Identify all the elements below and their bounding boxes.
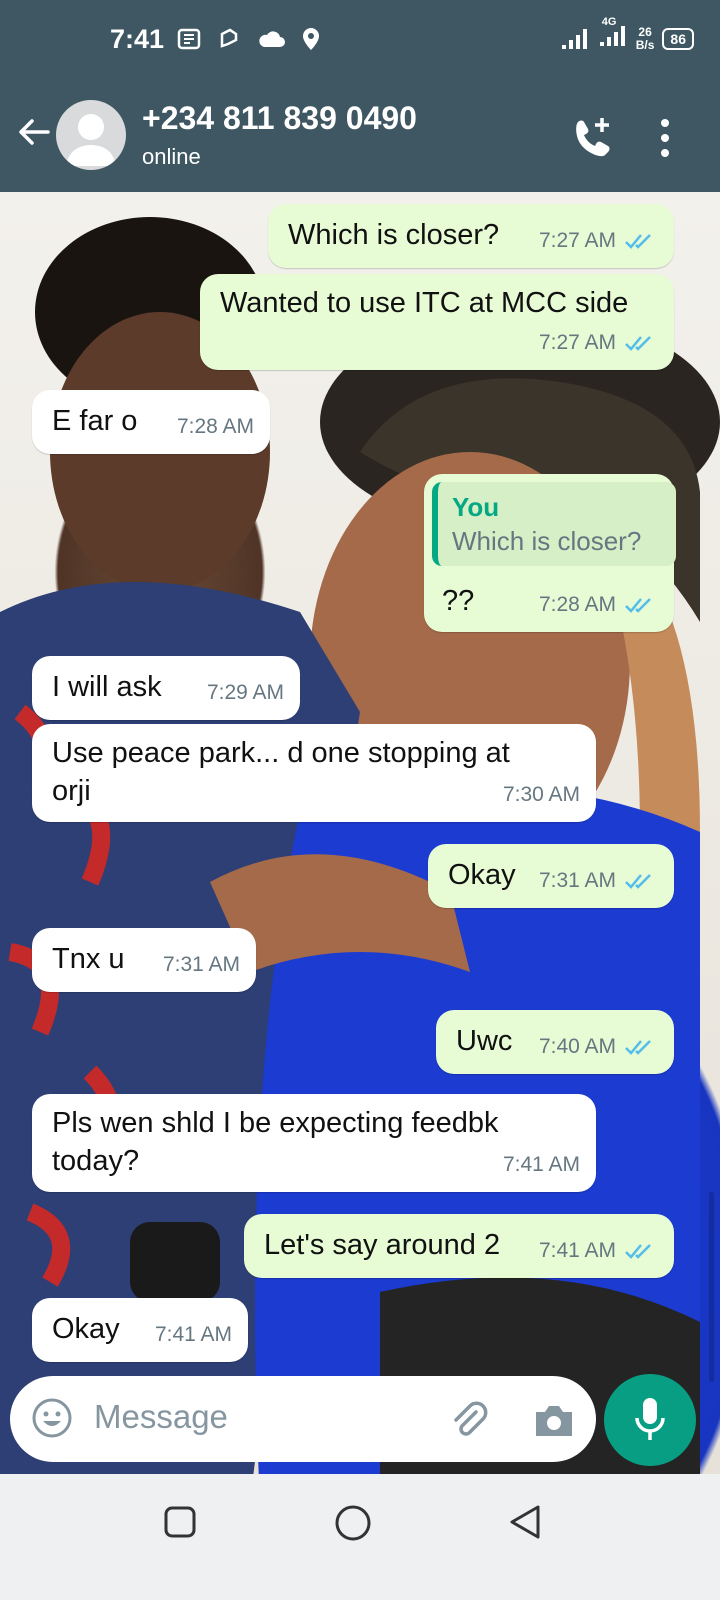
cloud-icon xyxy=(259,31,285,47)
double-check-read-icon xyxy=(625,598,651,613)
message-meta: 7:27 AM xyxy=(539,222,658,260)
system-navigation-bar xyxy=(0,1474,720,1600)
message-text: Uwc xyxy=(456,1025,513,1057)
double-check-read-icon xyxy=(625,874,651,889)
message-time: 7:30 AM xyxy=(502,783,580,806)
message-time: 7:28 AM xyxy=(176,415,254,438)
message-time: 7:29 AM xyxy=(206,681,284,704)
message-meta: 7:31 AM xyxy=(539,862,658,900)
app-notification-icon xyxy=(220,28,238,48)
message-time: 7:41 AM xyxy=(154,1323,232,1346)
message-text: E far o xyxy=(52,405,138,437)
contact-status: online xyxy=(142,144,201,169)
message-text: Let's say around 2 xyxy=(264,1229,501,1261)
message-text: Okay xyxy=(448,859,516,891)
message-text: Use peace park... d one stopping at orji xyxy=(52,737,510,807)
message-time: 7:41 AM xyxy=(538,1239,616,1262)
network-type: 4G xyxy=(601,16,617,28)
message-bubble-outgoing[interactable]: Which is closer? 7:27 AM xyxy=(268,204,674,268)
message-text: Which is closer? xyxy=(288,219,500,251)
add-call-icon[interactable] xyxy=(568,114,616,162)
status-time: 7:41 xyxy=(110,24,165,54)
attach-icon[interactable] xyxy=(446,1398,490,1442)
system-status: 4G 26 B/s 86 xyxy=(560,16,694,53)
nav-back-icon[interactable] xyxy=(508,1504,542,1540)
message-meta: 7:31 AM xyxy=(163,946,240,984)
message-time: 7:40 AM xyxy=(538,1035,616,1058)
message-composer[interactable]: Message xyxy=(10,1376,596,1462)
message-meta: 7:41 AM xyxy=(539,1232,658,1270)
quoted-message[interactable]: You Which is closer? xyxy=(432,482,676,566)
message-meta: 7:29 AM xyxy=(207,674,284,712)
news-notification-icon xyxy=(177,28,201,50)
message-time: 7:31 AM xyxy=(162,953,240,976)
message-time: 7:41 AM xyxy=(502,1153,580,1176)
message-bubble-incoming[interactable]: Tnx u 7:31 AM xyxy=(32,928,256,992)
quoted-message-author: You xyxy=(452,492,500,522)
double-check-read-icon xyxy=(625,1040,651,1055)
back-arrow-icon[interactable] xyxy=(14,112,54,152)
message-meta: 7:41 AM xyxy=(503,1146,580,1184)
more-options-icon[interactable] xyxy=(660,118,670,158)
message-bubble-outgoing[interactable]: Uwc 7:40 AM xyxy=(436,1010,674,1074)
double-check-read-icon xyxy=(625,234,651,249)
net-speed-value: 26 xyxy=(638,24,652,39)
message-input[interactable]: Message xyxy=(94,1398,228,1436)
message-time: 7:27 AM xyxy=(538,229,616,252)
message-bubble-outgoing[interactable]: Let's say around 2 7:41 AM xyxy=(244,1214,674,1278)
contact-name[interactable]: +234 811 839 0490 xyxy=(142,100,417,137)
microphone-icon xyxy=(635,1398,665,1440)
message-bubble-incoming[interactable]: Use peace park... d one stopping at orji… xyxy=(32,724,596,822)
message-text: ?? xyxy=(442,585,475,617)
message-meta: 7:28 AM xyxy=(177,408,254,446)
message-text: Pls wen shld I be expecting feedbk today… xyxy=(52,1107,499,1177)
net-speed-unit: B/s xyxy=(635,37,655,52)
message-text: Tnx u xyxy=(52,943,125,975)
message-time: 7:27 AM xyxy=(538,331,616,354)
message-time: 7:31 AM xyxy=(538,869,616,892)
message-bubble-outgoing[interactable]: Wanted to use ITC at MCC side 7:27 AM xyxy=(200,274,674,370)
message-meta: 7:27 AM xyxy=(539,324,658,362)
notification-icons xyxy=(176,26,322,52)
voice-message-button[interactable] xyxy=(604,1374,696,1466)
message-text: Okay xyxy=(52,1313,120,1345)
recent-apps-icon[interactable] xyxy=(164,1506,196,1538)
message-meta: 7:30 AM xyxy=(503,776,580,814)
chat-scrollbar[interactable] xyxy=(709,1192,714,1382)
message-time: 7:28 AM xyxy=(538,593,616,616)
message-text: Wanted to use ITC at MCC side xyxy=(220,287,629,319)
message-bubble-incoming[interactable]: Okay 7:41 AM xyxy=(32,1298,248,1362)
default-avatar-icon xyxy=(66,114,116,166)
home-icon[interactable] xyxy=(334,1504,372,1542)
avatar[interactable] xyxy=(56,100,126,170)
chat-header: +234 811 839 0490 online xyxy=(0,80,720,192)
net-speed: 26 B/s xyxy=(635,24,655,52)
message-bubble-incoming[interactable]: Pls wen shld I be expecting feedbk today… xyxy=(32,1094,596,1192)
emoji-icon[interactable] xyxy=(30,1396,74,1440)
quoted-message-text: Which is closer? xyxy=(452,526,642,556)
camera-icon[interactable] xyxy=(532,1400,576,1440)
message-bubble-incoming[interactable]: E far o 7:28 AM xyxy=(32,390,270,454)
message-meta: 7:41 AM xyxy=(155,1316,232,1354)
message-text: I will ask xyxy=(52,671,162,703)
battery-indicator: 86 xyxy=(662,27,694,50)
double-check-read-icon xyxy=(625,336,651,351)
message-meta: 7:40 AM xyxy=(539,1028,658,1066)
message-bubble-incoming[interactable]: I will ask 7:29 AM xyxy=(32,656,300,720)
signal-icon xyxy=(561,28,587,49)
message-bubble-outgoing-reply[interactable]: You Which is closer? ?? 7:28 AM xyxy=(424,474,676,632)
chat-area[interactable]: Which is closer? 7:27 AM Wanted to use I… xyxy=(0,192,720,1502)
status-bar: 7:41 4G 26 B/s 86 xyxy=(0,0,720,80)
double-check-read-icon xyxy=(625,1244,651,1259)
location-icon xyxy=(303,28,319,50)
message-bubble-outgoing[interactable]: Okay 7:31 AM xyxy=(428,844,674,908)
message-meta: 7:28 AM xyxy=(539,586,658,624)
